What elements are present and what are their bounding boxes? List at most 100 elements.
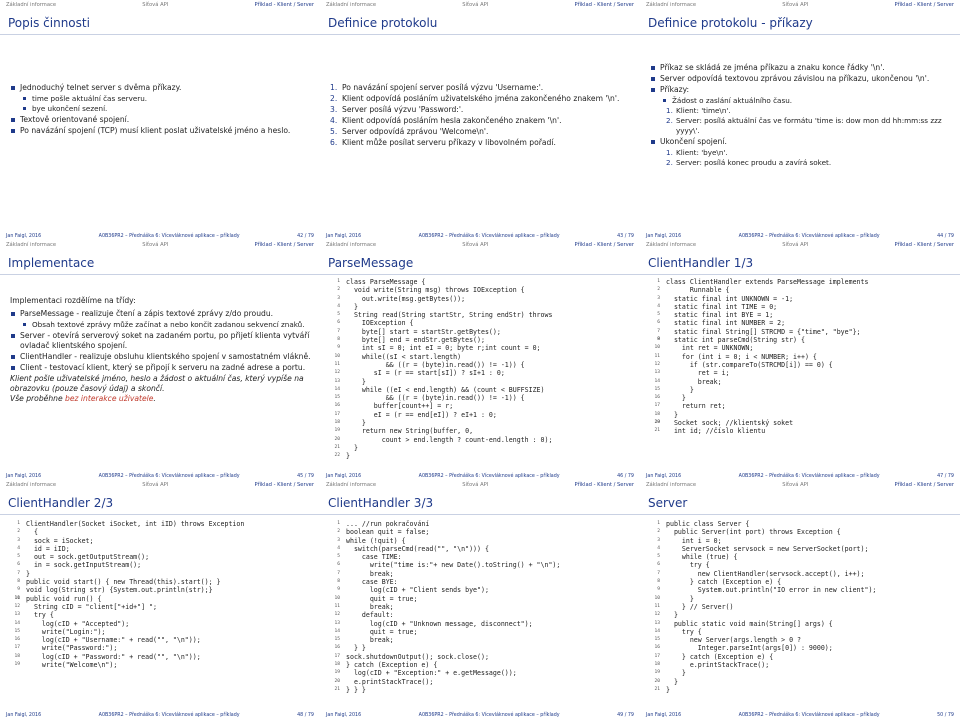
header-section3[interactable]: Příklad - Klient / Server: [574, 482, 634, 488]
header-section2[interactable]: Síťová API: [142, 2, 168, 8]
code-text: log(cID + "Username:" + read("", "\n"));: [26, 636, 201, 645]
header-section1[interactable]: Základní informace: [646, 242, 696, 248]
header-section1[interactable]: Základní informace: [6, 242, 56, 248]
code-text: ClientHandler(Socket iSocket, int iID) t…: [26, 520, 245, 528]
title-divider: [320, 274, 640, 275]
item-text: Po navázání spojení server posílá výzvu …: [342, 83, 544, 92]
header-section1[interactable]: Základní informace: [6, 2, 56, 8]
code-line: 12 String cID = "client["+id+"] ";: [8, 603, 316, 611]
line-number: 13: [334, 378, 340, 384]
slide-header: Základní informace Síťová API Příklad - Kl…: [0, 240, 320, 249]
note-text: Vše proběhne: [10, 394, 66, 403]
header-section2[interactable]: Síťová API: [782, 242, 808, 248]
code-text: static int parseCmd(String str) {: [666, 336, 805, 345]
code-text: write("time is:"+ new Date().toString() …: [346, 561, 561, 570]
numbered-item: 4. Klient odpovídá posláním hesla zakonče…: [330, 116, 632, 126]
line-number: 11: [14, 595, 20, 601]
header-section3[interactable]: Příklad - Klient / Server: [254, 2, 314, 8]
code-text: } } }: [346, 685, 366, 694]
header-section1[interactable]: Základní informace: [326, 242, 376, 248]
code-line: 11 public void run() {: [8, 595, 316, 603]
numbered-item: 1. Klient: 'bye\n'.: [650, 148, 952, 158]
code-line: 16 } }: [328, 644, 636, 652]
slide: Základní informace Síťová API Příklad - Kl…: [640, 0, 960, 240]
header-section2[interactable]: Síťová API: [782, 2, 808, 8]
code-text: }: [346, 302, 358, 311]
line-number: 15: [334, 637, 340, 643]
line-number: 9: [337, 345, 340, 351]
code-line: 6 write("time is:"+ new Date().toString(…: [328, 561, 636, 569]
code-text: if (str.compareTo(STRCMD[i]) == 0) {: [666, 360, 833, 369]
note-text: Klient pošle uživatelské jméno, heslo a …: [10, 374, 304, 393]
line-number: 12: [334, 370, 340, 376]
code-text: while (!quit) {: [346, 536, 406, 545]
header-section2[interactable]: Síťová API: [462, 482, 488, 488]
code-text: String read(String startStr, String endS…: [346, 311, 553, 320]
header-section2[interactable]: Síťová API: [142, 242, 168, 248]
line-number: 6: [337, 320, 340, 326]
code-line: 9 int sI = 0; int eI = 0; byte r;int cou…: [328, 344, 636, 352]
page-number: 45 / 79: [297, 473, 314, 479]
code-text: }: [666, 394, 686, 403]
header-section2[interactable]: Síťová API: [462, 2, 488, 8]
slide-body: Implementaci rozdělíme na třídy: ParseMes…: [10, 296, 312, 404]
page-number: 49 / 79: [617, 712, 634, 718]
header-section3[interactable]: Příklad - Klient / Server: [254, 242, 314, 248]
code-text: }: [666, 594, 694, 603]
code-line: 15 }: [648, 386, 956, 394]
slide-title: ClientHandler 2/3: [8, 496, 114, 510]
code-text: out = sock.getOutputStream();: [26, 553, 150, 562]
code-line: 4 static final int TIME = 0;: [648, 303, 956, 311]
header-section1[interactable]: Základní informace: [6, 482, 56, 488]
title-divider: [320, 514, 640, 515]
line-number: 9: [337, 587, 340, 593]
slide-header: Základní informace Síťová API Příklad - Kl…: [320, 240, 640, 249]
header-section2[interactable]: Síťová API: [462, 242, 488, 248]
code-text: sock = iSocket;: [26, 536, 94, 545]
item-text: Server posílá výzvu 'Password:'.: [342, 105, 464, 114]
code-line: 18 e.printStackTrace();: [648, 661, 956, 669]
code-text: break;: [346, 602, 394, 611]
title-divider: [0, 514, 320, 515]
bullet-item: Client - testovací klient, který se přip…: [10, 363, 312, 373]
page-number: 46 / 79: [617, 473, 634, 479]
line-number: 21: [654, 686, 660, 692]
header-section3[interactable]: Příklad - Klient / Server: [894, 2, 954, 8]
line-number: 12: [334, 612, 340, 618]
header-section1[interactable]: Základní informace: [646, 2, 696, 8]
line-number: 4: [337, 303, 340, 309]
code-line: 10 }: [648, 595, 956, 603]
code-line: 17 eI = (r == end[eI]) ? eI+1 : 0;: [328, 411, 636, 419]
code-line: 20 e.printStackTrace();: [328, 678, 636, 686]
line-number: 6: [657, 562, 660, 568]
header-section1[interactable]: Základní informace: [326, 482, 376, 488]
code-listing: 1 public class Server {2 public Server(in…: [648, 520, 956, 694]
header-section3[interactable]: Příklad - Klient / Server: [894, 242, 954, 248]
slide-title: ParseMessage: [328, 256, 414, 270]
line-number: 5: [17, 554, 20, 560]
line-number: 16: [14, 637, 20, 643]
header-section1[interactable]: Základní informace: [326, 2, 376, 8]
code-line: 1 ... //run pokračování: [328, 520, 636, 528]
bullet-item: ParseMessage - realizuje čtení a zápis t…: [10, 309, 312, 319]
code-text: Runnable {: [666, 286, 730, 295]
header-section1[interactable]: Základní informace: [646, 482, 696, 488]
code-line: 5 static final int BYE = 1;: [648, 311, 956, 319]
footer-author: Jan Faigl, 2016: [326, 473, 362, 479]
header-section2[interactable]: Síťová API: [142, 482, 168, 488]
code-text: switch(parseCmd(read("", "\n"))) {: [346, 544, 489, 553]
line-number: 5: [337, 312, 340, 318]
footer-course: A0B36PR2 – Přednáška 6: Vícevláknové apl…: [418, 712, 560, 718]
line-number: 20: [334, 436, 340, 442]
code-text: public Server(int port) throws Exception…: [666, 528, 841, 537]
slide-footer: Jan Faigl, 2016 A0B36PR2 – Přednáška 6: V…: [320, 232, 640, 240]
header-section3[interactable]: Příklad - Klient / Server: [894, 482, 954, 488]
header-section2[interactable]: Síťová API: [782, 482, 808, 488]
line-number: 18: [334, 420, 340, 426]
line-number: 17: [334, 411, 340, 417]
code-line: 2 Runnable {: [648, 286, 956, 294]
header-section3[interactable]: Příklad - Klient / Server: [574, 2, 634, 8]
header-section3[interactable]: Příklad - Klient / Server: [254, 482, 314, 488]
code-text: while((sI < start.length): [346, 352, 462, 361]
header-section3[interactable]: Příklad - Klient / Server: [574, 242, 634, 248]
